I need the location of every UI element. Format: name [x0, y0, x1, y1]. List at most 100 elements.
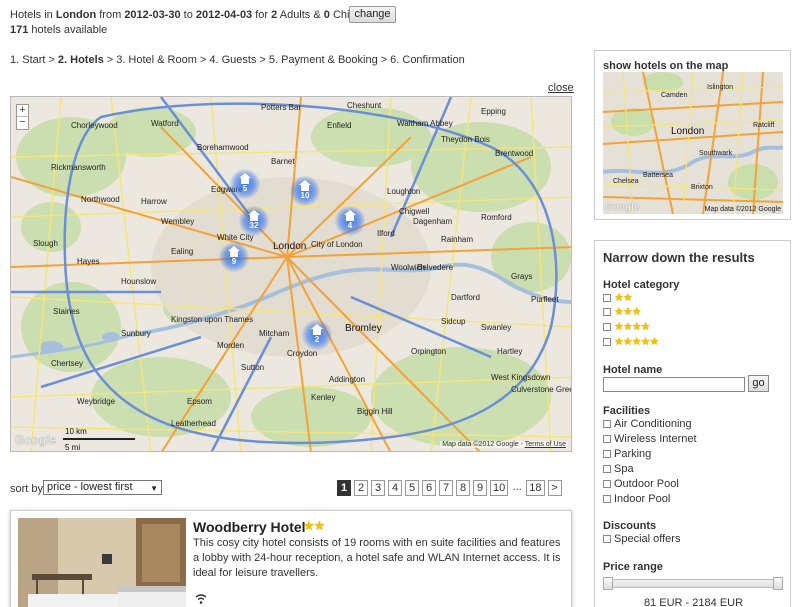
map-label: Staines	[53, 307, 80, 316]
checkbox[interactable]	[603, 535, 611, 543]
checkbox[interactable]	[603, 323, 611, 331]
discount-filter-special-offers[interactable]: Special offers	[603, 532, 680, 546]
step-confirmation: 6. Confirmation	[390, 54, 465, 66]
price-max: 2184	[692, 597, 717, 607]
map-close-link[interactable]: close	[548, 82, 574, 94]
category-stars: ★★★	[614, 306, 642, 318]
hotel-cluster-marker[interactable]: 10	[290, 176, 320, 206]
minimap-label: London	[671, 126, 705, 137]
facility-filter-outdoor-pool[interactable]: Outdoor Pool	[603, 477, 679, 491]
minimap-label: Southwark	[699, 150, 733, 157]
checkbox[interactable]	[603, 450, 611, 458]
cluster-count: 4	[347, 221, 353, 230]
house-icon	[248, 210, 260, 221]
summary-date-to: 2012-04-03	[195, 9, 253, 21]
category-filter-2[interactable]: ★★	[603, 291, 633, 305]
minimap[interactable]: London Southwark Camden Islington Ratcli…	[603, 72, 783, 214]
map-label: Addington	[329, 375, 366, 384]
show-on-map-link[interactable]: show hotels on the map	[603, 60, 728, 72]
map-label: Borehamwood	[197, 143, 249, 152]
category-filter-3[interactable]: ★★★	[603, 305, 642, 319]
minimap-google-logo: Google	[605, 202, 640, 213]
hotel-cluster-marker[interactable]: 4	[335, 206, 365, 236]
page-4[interactable]: 4	[388, 480, 402, 496]
checkbox[interactable]	[603, 294, 611, 302]
map-label: Kingston upon Thames	[171, 315, 254, 324]
google-logo: Google	[15, 433, 57, 447]
map-label: Kenley	[311, 393, 336, 402]
sort-select[interactable]: price - lowest first ▼	[43, 480, 162, 495]
hotels-map[interactable]: + − Watford Enfield Borehamwood Chorleyw…	[10, 96, 572, 452]
summary-adults-count: 2	[271, 9, 278, 21]
step-start[interactable]: 1. Start	[10, 54, 45, 66]
checkbox[interactable]	[603, 435, 611, 443]
page-2[interactable]: 2	[354, 480, 368, 496]
facility-filter-wireless-internet[interactable]: Wireless Internet	[603, 432, 697, 446]
checkbox[interactable]	[603, 495, 611, 503]
map-attribution: Map data ©2012 Google - Terms of Use	[440, 441, 568, 448]
page-next-button[interactable]: >	[547, 480, 562, 496]
map-label: Weybridge	[77, 397, 116, 406]
house-icon	[299, 180, 311, 191]
map-label: Croydon	[287, 349, 318, 358]
page-6[interactable]: 6	[422, 480, 436, 496]
minimap-label: Islington	[707, 84, 734, 91]
map-label: Harrow	[141, 197, 167, 206]
map-label: Swanley	[481, 323, 512, 332]
page-1[interactable]: 1	[337, 480, 351, 496]
hotel-name-input[interactable]	[603, 377, 745, 392]
filter-panel-title: Narrow down the results	[603, 250, 755, 265]
house-icon	[228, 246, 240, 257]
checkbox[interactable]	[603, 338, 611, 346]
price-min-handle[interactable]	[603, 577, 613, 590]
change-search-button[interactable]: change	[349, 6, 396, 23]
checkbox[interactable]	[603, 480, 611, 488]
map-label: Hayes	[77, 257, 100, 266]
price-separator: -	[685, 597, 690, 607]
hotels-count-label: hotels available	[31, 24, 108, 36]
page-8[interactable]: 8	[456, 480, 470, 496]
checkbox[interactable]	[603, 308, 611, 316]
discount-label: Special offers	[614, 533, 681, 545]
step-payment: 5. Payment & Booking	[268, 54, 378, 66]
map-label: Potters Bar	[261, 103, 302, 112]
hotel-cluster-marker[interactable]: 9	[219, 242, 249, 272]
hotel-cluster-marker[interactable]: 2	[302, 320, 332, 350]
page-5[interactable]: 5	[405, 480, 419, 496]
category-filter-4[interactable]: ★★★★	[603, 320, 650, 334]
checkbox[interactable]	[603, 420, 611, 428]
hotel-cluster-marker[interactable]: 5	[230, 169, 260, 199]
hotel-name-go-button[interactable]: go	[748, 375, 769, 392]
map-zoom-control[interactable]: + −	[16, 104, 29, 130]
checkbox[interactable]	[603, 465, 611, 473]
map-terms-link[interactable]: Terms of Use	[525, 441, 566, 448]
map-label: Epping	[481, 107, 506, 116]
wifi-icon	[195, 594, 207, 604]
summary-prefix: Hotels in	[10, 9, 53, 21]
hotel-photo[interactable]	[18, 518, 186, 607]
page-9[interactable]: 9	[473, 480, 487, 496]
minimap-label: Ratcliff	[753, 122, 775, 129]
hotel-cluster-marker[interactable]: 32	[239, 206, 269, 236]
page-10[interactable]: 10	[490, 480, 509, 496]
map-label: Ealing	[171, 247, 194, 256]
facility-filter-spa[interactable]: Spa	[603, 462, 634, 476]
hotel-result-card[interactable]: Woodberry Hotel ★★ This cosy city hotel …	[10, 510, 572, 607]
map-label: Barnet	[271, 157, 295, 166]
map-label: Theydon Bois	[441, 135, 490, 144]
filter-panel: Narrow down the results Hotel category ★…	[594, 240, 791, 607]
page-7[interactable]: 7	[439, 480, 453, 496]
facility-filter-parking[interactable]: Parking	[603, 447, 651, 461]
zoom-out-button[interactable]: −	[17, 117, 28, 129]
category-filter-5[interactable]: ★★★★★	[603, 335, 659, 349]
price-max-handle[interactable]	[773, 577, 783, 590]
facility-filter-indoor-pool[interactable]: Indoor Pool	[603, 492, 670, 506]
map-label: Hounslow	[121, 277, 157, 286]
page-3[interactable]: 3	[371, 480, 385, 496]
page-last[interactable]: 18	[526, 480, 545, 496]
step-hotel-room: 3. Hotel & Room	[116, 54, 197, 66]
map-label: Chorleywood	[71, 121, 118, 130]
facility-filter-air-conditioning[interactable]: Air Conditioning	[603, 417, 692, 431]
price-range-slider[interactable]	[603, 577, 783, 590]
hotel-name-link[interactable]: Woodberry Hotel	[193, 519, 306, 535]
